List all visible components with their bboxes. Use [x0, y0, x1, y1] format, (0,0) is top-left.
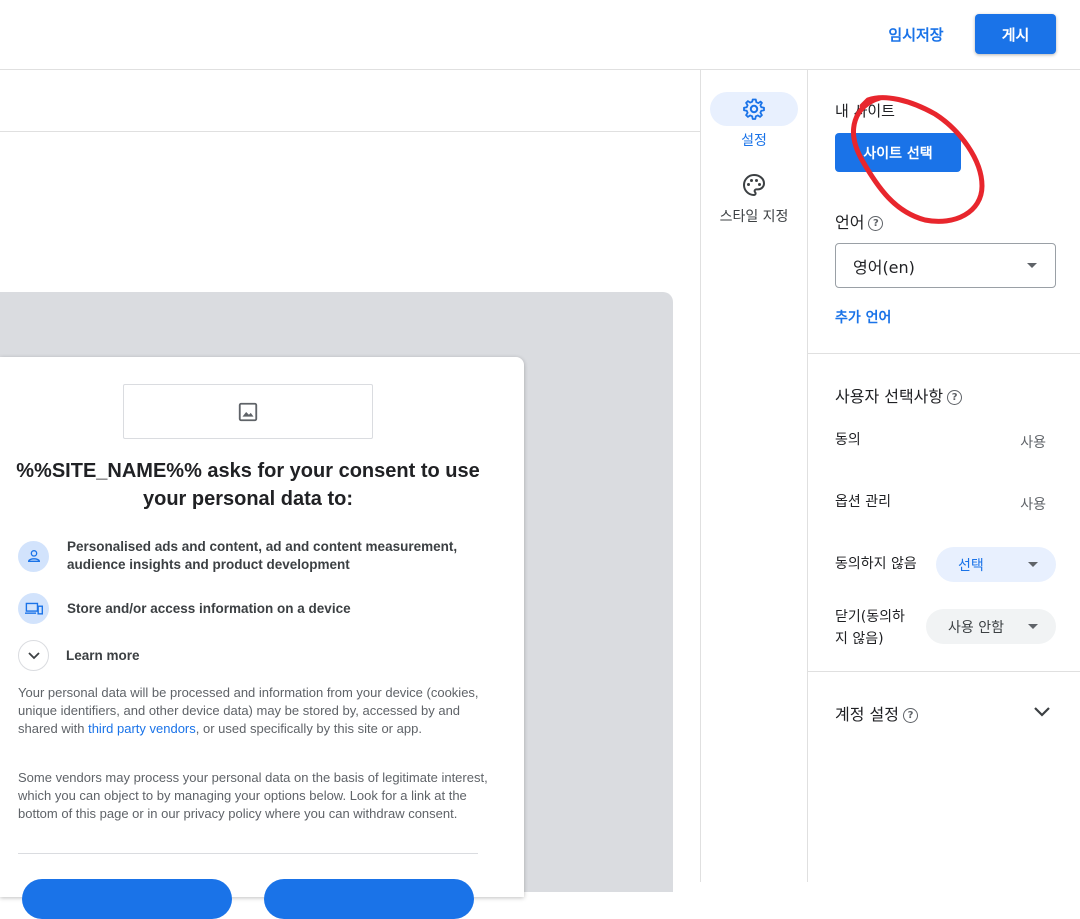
palette-icon [742, 173, 766, 197]
close-label: 닫기(동의하지 않음) [835, 606, 905, 650]
language-label-text: 언어 [835, 213, 865, 232]
canvas-toolbar [0, 70, 700, 132]
manage-options-row-value[interactable]: 사용 [1020, 494, 1046, 514]
logo-placeholder[interactable] [123, 384, 373, 439]
dialog-title: %%SITE_NAME%% asks for your consent to u… [16, 460, 480, 510]
third-party-vendors-link[interactable]: third party vendors [88, 721, 196, 736]
account-settings-title[interactable]: 계정 설정? [835, 701, 918, 725]
rail-active-indicator [710, 92, 798, 126]
dialog-button[interactable] [264, 879, 474, 919]
close-value: 사용 안함 [948, 619, 1004, 636]
purpose-item: Personalised ads and content, ad and con… [18, 538, 477, 574]
rail-item-label: 스타일 지정 [719, 209, 789, 225]
language-label: 언어? [835, 209, 884, 233]
do-not-consent-value: 선택 [958, 557, 984, 574]
help-icon[interactable]: ? [947, 390, 963, 405]
consent-row-label: 동의 [835, 432, 861, 448]
divider [808, 671, 1080, 672]
add-language-link[interactable]: 추가 언어 [835, 307, 891, 327]
user-choices-title: 사용자 선택사항? [835, 383, 963, 407]
legitimate-interest-paragraph: Some vendors may process your personal d… [18, 770, 488, 821]
help-icon[interactable]: ? [868, 216, 884, 231]
learn-more-row[interactable]: Learn more [18, 640, 476, 671]
close-select[interactable]: 사용 안함 [926, 609, 1056, 644]
settings-panel: 내 사이트 사이트 선택 언어? 영어(en) 추가 언어 사용자 선택사항? … [808, 70, 1080, 882]
account-settings-text: 계정 설정 [835, 705, 899, 724]
language-select-value: 영어(en) [853, 257, 915, 277]
learn-more-label[interactable]: Learn more [66, 647, 476, 665]
devices-icon [18, 593, 49, 624]
my-sites-label: 내 사이트 [835, 102, 895, 120]
purpose-text: Store and/or access information on a dev… [67, 600, 351, 616]
gear-icon [743, 98, 765, 120]
rail-item-label: 설정 [741, 133, 767, 149]
dialog-button[interactable] [22, 879, 232, 919]
dropdown-arrow-icon [1028, 562, 1038, 567]
rail-item-settings[interactable]: 설정 [701, 92, 807, 150]
purpose-text: Personalised ads and content, ad and con… [67, 539, 458, 572]
purpose-item: Store and/or access information on a dev… [18, 593, 477, 624]
do-not-consent-label: 동의하지 않음 [835, 556, 917, 572]
rail-item-styling[interactable]: 스타일 지정 [701, 168, 807, 226]
top-bar: 임시저장 게시 [0, 0, 1080, 70]
divider [808, 353, 1080, 354]
close-label-line: 지 않음) [835, 631, 884, 647]
select-site-button[interactable]: 사이트 선택 [835, 133, 961, 172]
publish-button[interactable]: 게시 [975, 14, 1056, 54]
chevron-down-icon[interactable] [1033, 706, 1051, 718]
manage-options-row-label: 옵션 관리 [835, 494, 891, 510]
info-paragraph: Your personal data will be processed and… [18, 684, 488, 738]
close-label-line: 닫기(동의하 [835, 609, 905, 625]
consent-dialog-preview: %%SITE_NAME%% asks for your consent to u… [0, 357, 524, 919]
help-icon[interactable]: ? [902, 708, 918, 723]
save-draft-button[interactable]: 임시저장 [876, 14, 956, 54]
image-icon [238, 402, 258, 421]
divider [18, 853, 478, 854]
person-icon [18, 540, 49, 572]
user-choices-text: 사용자 선택사항 [835, 387, 944, 406]
rail-icon-wrap [710, 168, 798, 202]
do-not-consent-select[interactable]: 선택 [936, 547, 1056, 582]
paragraph-text: , or used specifically by this site or a… [195, 721, 422, 736]
chevron-down-icon[interactable] [18, 640, 49, 671]
dropdown-arrow-icon [1027, 263, 1037, 268]
consent-row-value[interactable]: 사용 [1020, 432, 1046, 452]
language-select[interactable]: 영어(en) [835, 243, 1056, 288]
nav-rail: 설정 스타일 지정 [700, 70, 808, 882]
dropdown-arrow-icon [1028, 624, 1038, 629]
